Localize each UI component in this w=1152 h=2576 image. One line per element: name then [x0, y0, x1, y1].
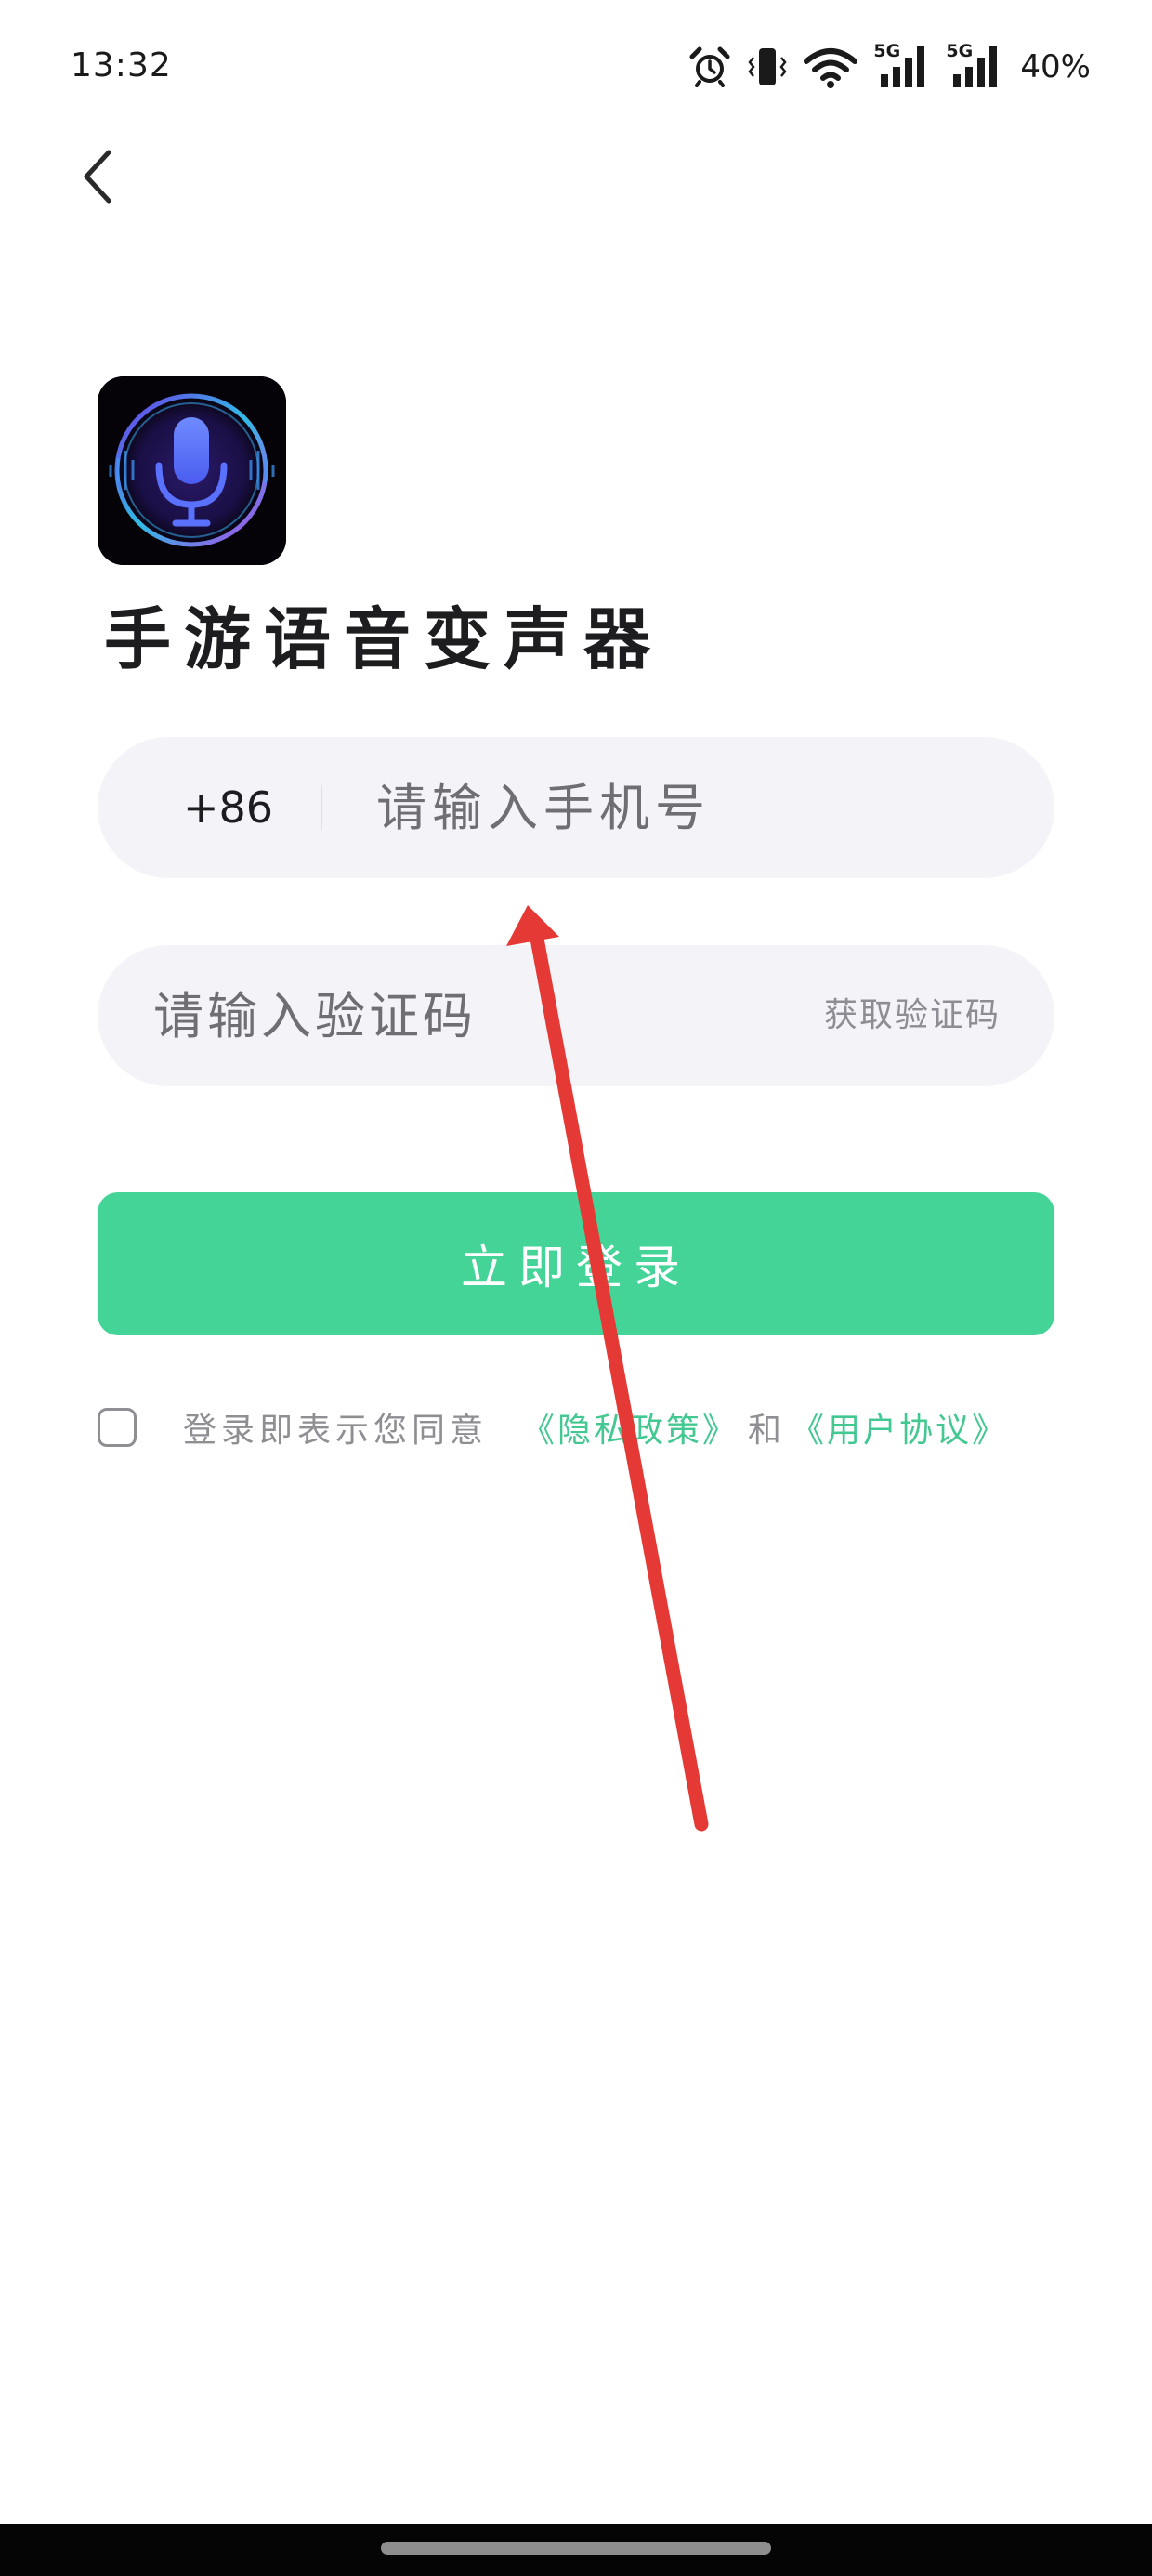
agreement-row: 登录即表示您同意 《隐私政策》 和 《用户协议》 [98, 1403, 1008, 1452]
privacy-policy-link[interactable]: 《隐私政策》 [521, 1403, 739, 1452]
phone-field: +86 [98, 737, 1054, 878]
home-indicator[interactable] [381, 2542, 771, 2555]
app-logo [98, 376, 286, 565]
status-bar: 13:32 5G 5G 40% [0, 0, 1152, 130]
status-time: 13:32 [71, 46, 172, 85]
agreement-checkbox[interactable] [98, 1408, 137, 1447]
back-button[interactable] [65, 139, 130, 214]
user-agreement-link[interactable]: 《用户协议》 [791, 1403, 1008, 1452]
status-icons: 5G 5G 40% [687, 41, 1091, 93]
battery-level: 40% [1020, 48, 1091, 85]
login-button[interactable]: 立即登录 [98, 1192, 1054, 1335]
alarm-icon [687, 45, 732, 89]
microphone-icon [98, 376, 286, 565]
phone-input[interactable] [376, 737, 1008, 878]
annotation-arrow-head [506, 905, 559, 946]
agreement-and-text: 和 [748, 1412, 782, 1450]
field-divider [321, 785, 322, 830]
signal-icon: 5G [946, 41, 1003, 91]
get-code-button[interactable]: 获取验证码 [824, 945, 1001, 1086]
chevron-left-icon [84, 150, 111, 204]
country-code-selector[interactable]: +86 [183, 737, 273, 878]
verification-code-field: 获取验证码 [98, 945, 1054, 1086]
signal-icon: 5G [873, 41, 931, 91]
vibrate-icon [747, 45, 788, 89]
verification-code-input[interactable] [153, 945, 729, 1086]
agreement-text: 登录即表示您同意 [183, 1412, 489, 1450]
app-title: 手游语音变声器 [104, 600, 664, 678]
wifi-icon [803, 45, 858, 89]
login-screen: 13:32 5G 5G 40% 手游语音变声器 +86 请输入手机号 请输入验证… [0, 0, 1152, 2576]
